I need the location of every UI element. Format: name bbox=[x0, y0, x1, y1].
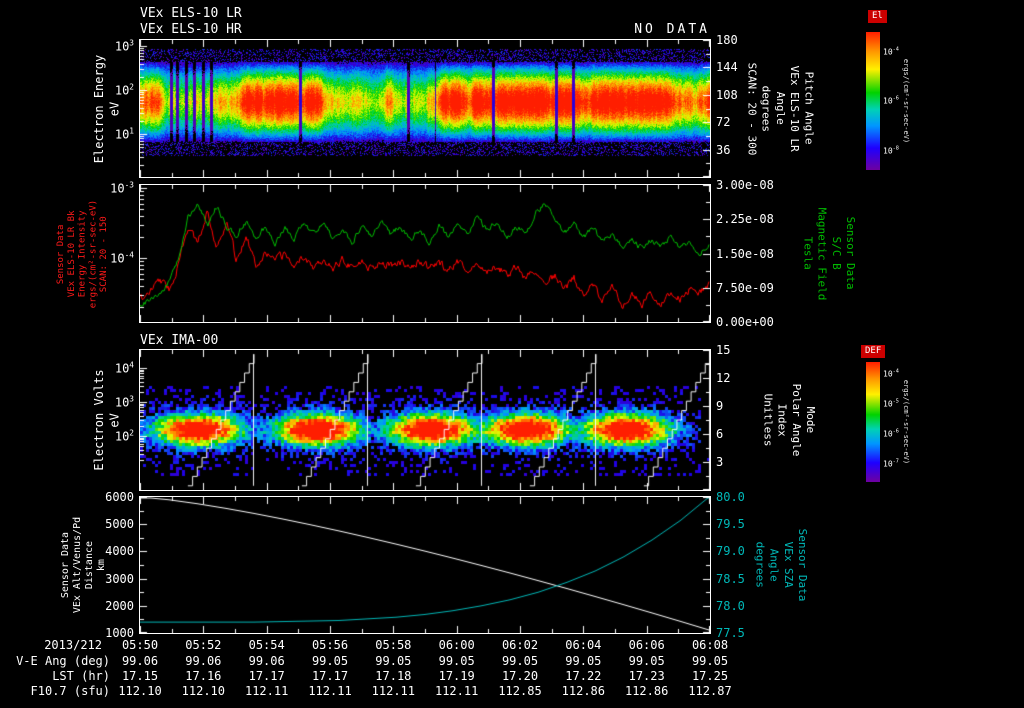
panel3-right-axis-label: Mode Polar Angle Index Unitless bbox=[760, 384, 817, 457]
panel3-right-tick: 15 bbox=[716, 344, 786, 356]
table-value: 99.05 bbox=[502, 654, 538, 668]
intensity-magfield-canvas bbox=[140, 185, 710, 322]
table-value: 99.06 bbox=[249, 654, 285, 668]
table-value: 99.06 bbox=[122, 654, 158, 668]
panel1-colorbar-tick: 10-8 bbox=[883, 147, 923, 156]
panel3-colorbar-title: DEF bbox=[861, 345, 885, 358]
date-label: 2013/212 bbox=[16, 638, 102, 652]
panel4-left-tick: 6000 bbox=[74, 491, 134, 503]
table-value: 112.86 bbox=[562, 684, 605, 698]
panel1-colorbar-unit: ergs/(cm²-sr-sec-eV) bbox=[902, 59, 909, 143]
panel1-colorbar bbox=[866, 32, 880, 170]
table-value: 17.25 bbox=[692, 669, 728, 683]
time-tick-label: 06:06 bbox=[629, 638, 665, 652]
table-value: 112.11 bbox=[435, 684, 478, 698]
table-value: 17.15 bbox=[122, 669, 158, 683]
table-value: 17.23 bbox=[629, 669, 665, 683]
table-value: 112.11 bbox=[308, 684, 351, 698]
panel-altitude-sza bbox=[139, 496, 711, 634]
panel2-left-tick: 10-3 bbox=[74, 182, 134, 195]
time-tick-label: 06:04 bbox=[565, 638, 601, 652]
time-tick-label: 05:58 bbox=[375, 638, 411, 652]
table-value: 99.05 bbox=[312, 654, 348, 668]
panel1-left-tick: 103 bbox=[74, 40, 134, 53]
no-data-label: NO DATA bbox=[634, 22, 710, 37]
table-value: 17.20 bbox=[502, 669, 538, 683]
panel1-title-lr: VEx ELS-10 LR bbox=[140, 6, 242, 21]
table-value: 112.11 bbox=[372, 684, 415, 698]
time-tick-label: 06:00 bbox=[439, 638, 475, 652]
panel2-right-tick: 1.50e-08 bbox=[716, 248, 788, 260]
panel4-right-tick: 78.0 bbox=[716, 600, 786, 612]
vex-orbit-summary-plot: VEx ELS-10 LR VEx ELS-10 HR NO DATA VEx … bbox=[0, 0, 1024, 708]
table-value: 112.10 bbox=[182, 684, 225, 698]
panel3-colorbar bbox=[866, 362, 880, 482]
time-tick-label: 05:54 bbox=[249, 638, 285, 652]
table-value: 17.16 bbox=[185, 669, 221, 683]
table-value: 99.05 bbox=[565, 654, 601, 668]
panel3-yaxis-label: Electron Volts eV bbox=[92, 369, 123, 470]
panel3-right-tick: 3 bbox=[716, 456, 786, 468]
table-value: 17.18 bbox=[375, 669, 411, 683]
ima-spectrogram-canvas bbox=[140, 350, 710, 490]
table-value: 112.10 bbox=[118, 684, 161, 698]
panel1-title-hr: VEx ELS-10 HR bbox=[140, 22, 242, 37]
table-value: 99.05 bbox=[375, 654, 411, 668]
table-value: 17.17 bbox=[312, 669, 348, 683]
table-value: 112.11 bbox=[245, 684, 288, 698]
table-value: 17.19 bbox=[439, 669, 475, 683]
panel1-right-axis-label: Pitch Angle VEx ELS-10 LR Angle degrees … bbox=[744, 62, 815, 155]
panel1-yaxis-label: Electron Energy eV bbox=[92, 54, 123, 162]
table-value: 112.85 bbox=[498, 684, 541, 698]
altitude-sza-canvas bbox=[140, 497, 710, 633]
table-row-label: V-E Ang (deg) bbox=[4, 654, 110, 668]
panel3-title: VEx IMA-00 bbox=[140, 333, 218, 348]
panel4-right-tick: 80.0 bbox=[716, 491, 786, 503]
panel2-right-tick: 3.00e-08 bbox=[716, 179, 788, 191]
table-value: 17.17 bbox=[249, 669, 285, 683]
time-tick-label: 06:02 bbox=[502, 638, 538, 652]
panel3-colorbar-unit: ergs/(cm²-sr-sec-eV) bbox=[902, 380, 909, 464]
panel1-colorbar-tick: 10-4 bbox=[883, 48, 923, 57]
panel2-right-axis-label: Sensor Data S/C B Magnetic Field Tesla bbox=[800, 207, 857, 300]
table-value: 99.05 bbox=[692, 654, 728, 668]
panel3-colorbar-tick: 10-4 bbox=[883, 370, 923, 379]
time-tick-label: 05:50 bbox=[122, 638, 158, 652]
panel-ima-spectrogram bbox=[139, 349, 711, 491]
table-value: 112.86 bbox=[625, 684, 668, 698]
table-value: 99.05 bbox=[629, 654, 665, 668]
table-row-label: LST (hr) bbox=[4, 669, 110, 683]
panel1-right-tick: 180 bbox=[716, 34, 786, 46]
panel-energy-intensity-magfield bbox=[139, 184, 711, 323]
panel2-right-tick: 7.50e-09 bbox=[716, 282, 788, 294]
panel4-yaxis-label: Sensor Data VEx Alt/Venus/Pd Distance km bbox=[60, 517, 108, 613]
table-row-label: F10.7 (sfu) bbox=[4, 684, 110, 698]
els-energy-spectrogram-canvas bbox=[140, 40, 710, 177]
table-value: 99.06 bbox=[185, 654, 221, 668]
panel-els-energy-spectrogram bbox=[139, 39, 711, 178]
table-value: 17.22 bbox=[565, 669, 601, 683]
panel1-colorbar-title: El bbox=[868, 10, 887, 23]
panel2-right-tick: 2.25e-08 bbox=[716, 213, 788, 225]
time-tick-label: 06:08 bbox=[692, 638, 728, 652]
panel2-yaxis-label: Sensor Data VEx ELS-10 LR Bk Energy Inte… bbox=[56, 199, 110, 307]
table-value: 112.87 bbox=[688, 684, 731, 698]
panel3-right-tick: 12 bbox=[716, 372, 786, 384]
panel4-right-axis-label: Sensor Data VEx SZA Angle degrees bbox=[752, 529, 809, 602]
table-value: 99.05 bbox=[439, 654, 475, 668]
panel2-right-tick: 0.00e+00 bbox=[716, 316, 788, 328]
time-tick-label: 05:56 bbox=[312, 638, 348, 652]
time-tick-label: 05:52 bbox=[185, 638, 221, 652]
